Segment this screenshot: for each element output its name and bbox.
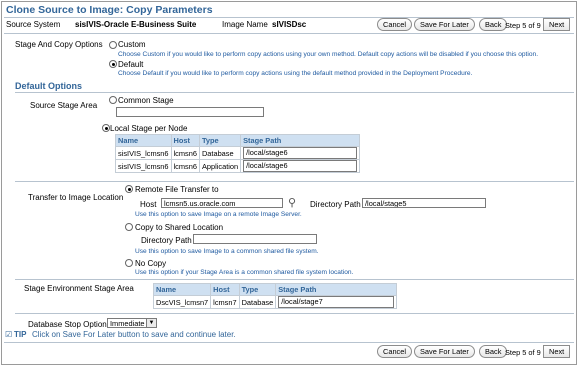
source-system-value: sisIVIS-Oracle E-Business Suite — [75, 20, 197, 29]
custom-label: Custom — [118, 40, 146, 49]
default-options-heading: Default Options — [15, 81, 82, 91]
directory-path-input[interactable]: /local/stage5 — [362, 198, 486, 208]
col-header-stage-path: Stage Path — [275, 283, 397, 296]
directory-path-label: Directory Path — [310, 200, 361, 209]
table-row: sisIVIS_lcmsn6 lcmsn6 Application /local… — [115, 159, 360, 173]
shared-location-label: Copy to Shared Location — [135, 223, 224, 232]
flashlight-search-icon[interactable]: ⚲ — [288, 196, 296, 209]
common-stage-input[interactable] — [116, 107, 264, 117]
shared-location-radio[interactable] — [125, 223, 133, 231]
next-button-bottom[interactable]: Next — [543, 345, 571, 358]
save-for-later-button-top[interactable]: Save For Later — [414, 18, 475, 31]
default-label: Default — [118, 60, 144, 69]
footer-divider — [4, 342, 574, 343]
row-type: Application — [198, 159, 242, 173]
image-name-label: Image Name — [222, 20, 268, 29]
env-stage-label: Stage Environment Stage Area — [24, 284, 134, 293]
custom-help: Choose Custom if you would like to perfo… — [118, 51, 539, 58]
shared-location-help: Use this option to save Image to a commo… — [135, 248, 319, 255]
row-name: sisIVIS_lcmsn6 — [115, 159, 172, 173]
db-stop-select[interactable]: Immediate ▼ — [107, 318, 157, 328]
col-header-type: Type — [238, 283, 277, 296]
tip-label: TIP — [14, 330, 27, 339]
header-divider — [4, 33, 574, 34]
col-header-host: Host — [170, 134, 200, 147]
row-name: sisIVIS_lcmsn6 — [115, 146, 172, 160]
step-indicator-bottom: Step 5 of 9 — [505, 348, 541, 357]
remote-transfer-help: Use this option to save Image on a remot… — [135, 211, 302, 218]
default-options-divider — [15, 92, 574, 93]
tip-icon: ☑ — [5, 330, 13, 339]
local-stage-radio[interactable] — [102, 124, 110, 132]
local-stage-label: Local Stage per Node — [110, 124, 188, 133]
next-button-top[interactable]: Next — [543, 18, 571, 31]
row-type: Database — [238, 295, 277, 309]
remote-transfer-radio[interactable] — [125, 185, 133, 193]
shared-directory-input[interactable] — [193, 234, 317, 244]
page-title: Clone Source to Image: Copy Parameters — [6, 4, 213, 16]
back-button-top[interactable]: Back — [479, 18, 508, 31]
cancel-button-bottom[interactable]: Cancel — [377, 345, 413, 358]
default-radio[interactable] — [109, 60, 117, 68]
db-stop-value: Immediate — [110, 319, 145, 328]
stage-path-input[interactable]: /local/stage7 — [278, 296, 394, 308]
row-host: lcmsn7 — [210, 295, 240, 309]
transfer-divider — [15, 181, 574, 182]
col-header-type: Type — [198, 134, 242, 147]
row-host: lcmsn6 — [170, 159, 200, 173]
step-indicator-top: Step 5 of 9 — [505, 21, 541, 30]
back-button-bottom[interactable]: Back — [479, 345, 508, 358]
no-copy-help: Use this option if your Stage Area is a … — [135, 269, 354, 276]
stage-copy-label: Stage And Copy Options — [15, 40, 103, 49]
env-stage-divider — [15, 279, 574, 280]
col-header-name: Name — [115, 134, 172, 147]
transfer-label: Transfer to Image Location — [28, 193, 124, 202]
no-copy-radio[interactable] — [125, 259, 133, 267]
db-stop-label: Database Stop Option — [28, 320, 107, 329]
stage-path-input[interactable]: /local/stage6 — [243, 147, 357, 159]
cancel-button-top[interactable]: Cancel — [377, 18, 413, 31]
row-host: lcmsn6 — [170, 146, 200, 160]
row-name: DscVIS_lcmsn7 — [152, 295, 212, 309]
shared-directory-label: Directory Path — [141, 236, 192, 245]
save-for-later-button-bottom[interactable]: Save For Later — [414, 345, 475, 358]
host-input[interactable]: lcmsn5.us.oracle.com — [161, 198, 283, 208]
common-stage-radio[interactable] — [109, 96, 117, 104]
db-stop-divider — [15, 313, 574, 314]
row-type: Database — [198, 146, 242, 160]
source-stage-area-label: Source Stage Area — [30, 101, 98, 110]
no-copy-label: No Copy — [135, 259, 167, 268]
common-stage-label: Common Stage — [118, 96, 174, 105]
col-header-host: Host — [210, 283, 240, 296]
remote-transfer-label: Remote File Transfer to — [135, 185, 219, 194]
col-header-name: Name — [152, 283, 212, 296]
env-stage-table: Name Host Type Stage Path DscVIS_lcmsn7 … — [152, 283, 397, 309]
local-stage-table: Name Host Type Stage Path sisIVIS_lcmsn6… — [115, 134, 360, 173]
tip-text: Click on Save For Later button to save a… — [32, 330, 236, 339]
default-help: Choose Default if you would like to perf… — [118, 70, 473, 77]
chevron-down-icon: ▼ — [146, 319, 156, 327]
source-system-label: Source System — [6, 20, 61, 29]
image-name-value: sIVISDsc — [272, 20, 307, 29]
host-label: Host — [140, 200, 157, 209]
table-row: DscVIS_lcmsn7 lcmsn7 Database /local/sta… — [152, 295, 397, 309]
stage-path-input[interactable]: /local/stage6 — [243, 160, 357, 172]
custom-radio[interactable] — [109, 41, 117, 49]
col-header-stage-path: Stage Path — [240, 134, 360, 147]
table-row: sisIVIS_lcmsn6 lcmsn6 Database /local/st… — [115, 146, 360, 160]
